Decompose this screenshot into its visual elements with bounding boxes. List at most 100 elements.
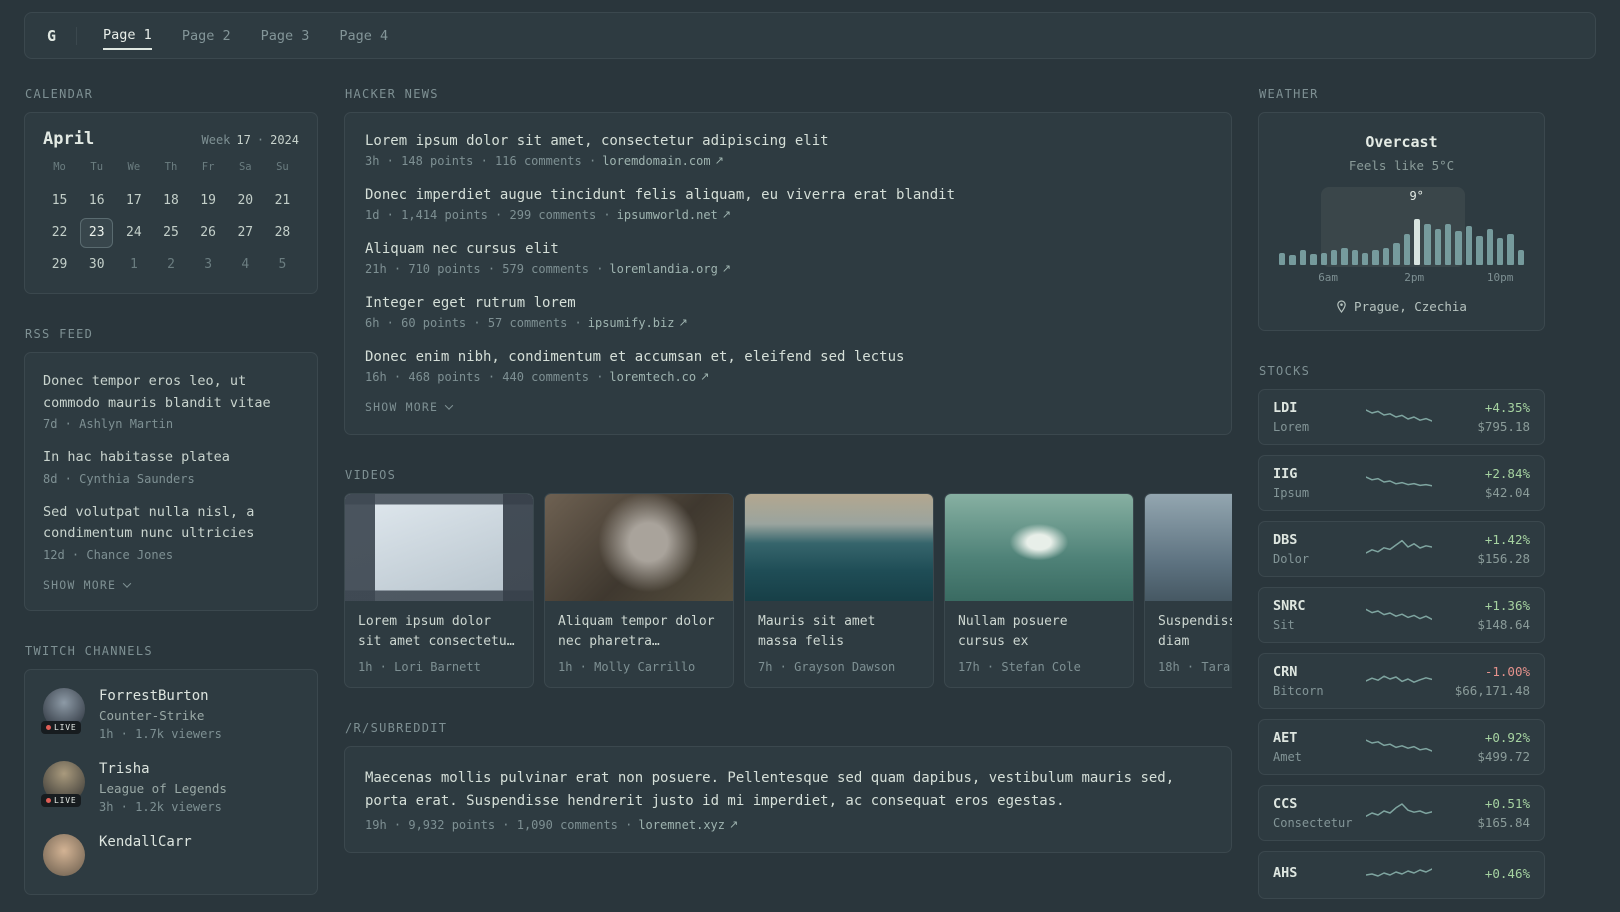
twitch-channel[interactable]: LIVE Trisha League of Legends 3h · 1.2k …	[41, 760, 299, 814]
calendar-day-next-month[interactable]: 5	[266, 250, 299, 280]
subreddit-post-domain-link[interactable]: loremnet.xyz ↗	[638, 818, 738, 832]
hn-item-meta: 1d · 1,414 points · 299 comments ·	[365, 208, 611, 222]
video-card[interactable]: Lorem ipsum dolor sit amet consectetu… 1…	[344, 493, 534, 689]
calendar-day[interactable]: 20	[229, 186, 262, 216]
calendar-day[interactable]: 27	[229, 218, 262, 248]
weather-bar	[1320, 253, 1327, 265]
calendar-day[interactable]: 22	[43, 218, 76, 248]
twitch-channel[interactable]: LIVE ForrestBurton Counter-Strike 1h · 1…	[41, 687, 299, 741]
calendar-day[interactable]: 25	[154, 218, 187, 248]
stock-change: +2.84%	[1484, 466, 1530, 481]
week-label: Week	[201, 133, 231, 147]
video-card[interactable]: Nullam posuere cursus ex 17h · Stefan Co…	[944, 493, 1134, 689]
rss-item-title[interactable]: Sed volutpat nulla nisl, a condimentum n…	[43, 502, 299, 545]
video-meta: 1h · Lori Barnett	[358, 660, 481, 675]
channel-info: Trisha League of Legends 3h · 1.2k viewe…	[99, 761, 227, 814]
hn-item-domain-link[interactable]: loremlandia.org ↗	[609, 262, 731, 276]
channel-name[interactable]: ForrestBurton	[99, 688, 222, 704]
subreddit-post-title-link[interactable]: Maecenas mollis pulvinar erat non posuer…	[365, 770, 1174, 809]
calendar-day-next-month[interactable]: 3	[192, 250, 225, 280]
weather-bar	[1476, 236, 1483, 265]
hn-item-domain-link[interactable]: ipsumify.biz ↗	[588, 316, 688, 330]
calendar-day[interactable]: 29	[43, 250, 76, 280]
stock-change: +1.42%	[1484, 532, 1530, 547]
videos-widget: VIDEOS Lorem ipsum dolor sit amet consec…	[344, 468, 1232, 689]
calendar-day[interactable]: 28	[266, 218, 299, 248]
hn-item-meta-row: 16h · 468 points · 440 comments · loremt…	[365, 370, 1211, 384]
weather-condition: Overcast	[1365, 133, 1438, 151]
hn-item-domain-link[interactable]: ipsumworld.net ↗	[617, 208, 731, 222]
stock-price: $42.04	[1484, 485, 1530, 500]
video-meta: 18h · Tara	[1158, 660, 1231, 675]
calendar-day[interactable]: 24	[117, 218, 150, 248]
video-card[interactable]: Aliquam tempor dolor nec pharetra… 1h · …	[544, 493, 734, 689]
calendar-day[interactable]: 26	[192, 218, 225, 248]
app-logo[interactable]: G	[45, 26, 78, 45]
stock-row[interactable]: AET Amet +0.92% $499.72	[1258, 719, 1545, 775]
stock-sparkline	[1364, 470, 1433, 496]
hn-item-title-link[interactable]: Integer eget rutrum lorem	[365, 295, 1211, 311]
channel-avatar	[43, 833, 85, 876]
video-thumbnail	[1145, 494, 1232, 601]
calendar-day[interactable]: 19	[192, 186, 225, 216]
weather-bars	[1279, 219, 1524, 265]
calendar-day[interactable]: 16	[80, 186, 113, 216]
video-card[interactable]: Suspendisse diam 18h · Tara	[1144, 493, 1232, 689]
weather-location[interactable]: Prague, Czechia	[1275, 299, 1528, 314]
hn-item-meta: 21h · 710 points · 579 comments ·	[365, 262, 604, 276]
rss-item-title[interactable]: In hac habitasse platea	[43, 447, 299, 469]
video-meta: 17h · Stefan Cole	[958, 660, 1081, 675]
hn-show-more-button[interactable]: SHOW MORE	[365, 400, 454, 414]
stock-ticker: AET	[1273, 730, 1298, 746]
rss-item: In hac habitasse platea 8d · Cynthia Sau…	[43, 447, 299, 486]
hn-item-title-link[interactable]: Donec imperdiet augue tincidunt felis al…	[365, 187, 1211, 203]
calendar-day-next-month[interactable]: 1	[117, 250, 150, 280]
live-badge: LIVE	[41, 720, 82, 734]
calendar-day[interactable]: 17	[117, 186, 150, 216]
calendar-day-next-month[interactable]: 4	[229, 250, 262, 280]
hn-item-domain-link[interactable]: loremtech.co ↗	[609, 370, 709, 384]
tab-page-4[interactable]: Page 4	[339, 23, 388, 49]
tab-page-3[interactable]: Page 3	[261, 23, 310, 49]
stock-row[interactable]: CCS Consectetur +0.51% $165.84	[1258, 785, 1545, 841]
tab-page-2[interactable]: Page 2	[182, 23, 231, 49]
stock-row[interactable]: IIG Ipsum +2.84% $42.04	[1258, 455, 1545, 511]
stock-sparkline	[1364, 734, 1433, 760]
section-header-twitch: TWITCH CHANNELS	[25, 643, 153, 658]
video-meta: 1h · Molly Carrillo	[558, 660, 696, 675]
stock-row[interactable]: LDI Lorem +4.35% $795.18	[1258, 389, 1545, 445]
calendar-day-selected[interactable]: 23	[80, 218, 114, 248]
hn-item-meta-row: 21h · 710 points · 579 comments · loreml…	[365, 262, 1211, 276]
calendar-month: April	[43, 129, 95, 149]
hn-item-meta: 6h · 60 points · 57 comments ·	[365, 316, 582, 330]
stock-row[interactable]: DBS Dolor +1.42% $156.28	[1258, 521, 1545, 577]
tab-page-1[interactable]: Page 1	[103, 22, 152, 50]
rss-item-title[interactable]: Donec tempor eros leo, ut commodo mauris…	[43, 371, 299, 414]
stock-row[interactable]: SNRC Sit +1.36% $148.64	[1258, 587, 1545, 643]
weather-bar	[1362, 253, 1369, 265]
calendar-day-next-month[interactable]: 2	[154, 250, 187, 280]
calendar-day[interactable]: 21	[266, 186, 299, 216]
time-label: 10pm	[1486, 271, 1514, 284]
chevron-down-icon	[122, 579, 132, 588]
live-dot-icon	[46, 797, 51, 803]
stock-name: Sit	[1273, 618, 1295, 632]
stock-row[interactable]: AHS +0.46%	[1258, 851, 1545, 899]
hn-item-title-link[interactable]: Aliquam nec cursus elit	[365, 241, 1211, 257]
rss-show-more-button[interactable]: SHOW MORE	[43, 578, 132, 592]
twitch-channel[interactable]: KendallCarr	[43, 833, 299, 876]
video-card[interactable]: Mauris sit amet massa felis 7h · Grayson…	[744, 493, 934, 689]
location-pin-icon	[1337, 300, 1346, 313]
right-column: WEATHER Overcast Feels like 5°C 9° 6am 2…	[1258, 87, 1545, 899]
calendar-day[interactable]: 18	[154, 186, 187, 216]
subreddit-post: Maecenas mollis pulvinar erat non posuer…	[365, 767, 1211, 832]
peak-temp-label: 9°	[1409, 189, 1424, 203]
hn-item-title-link[interactable]: Donec enim nibh, condimentum et accumsan…	[365, 349, 1211, 365]
channel-name[interactable]: KendallCarr	[99, 834, 192, 850]
calendar-day[interactable]: 30	[80, 250, 113, 280]
channel-name[interactable]: Trisha	[99, 761, 227, 777]
calendar-day[interactable]: 15	[43, 186, 76, 216]
hn-item-domain-link[interactable]: loremdomain.com ↗	[602, 154, 724, 168]
hn-item-title-link[interactable]: Lorem ipsum dolor sit amet, consectetur …	[365, 133, 1211, 149]
stock-row[interactable]: CRN Bitcorn -1.00% $66,171.48	[1258, 653, 1545, 709]
